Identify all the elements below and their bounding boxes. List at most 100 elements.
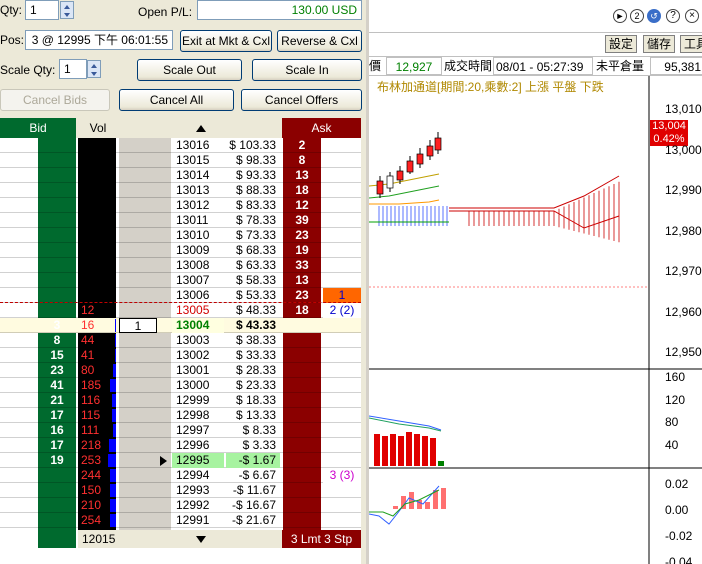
- bid-size-cell: 15: [50, 348, 64, 362]
- price-cell: 13008: [176, 258, 210, 272]
- price-chart[interactable]: [369, 76, 702, 564]
- bid-size-cell: 17: [50, 408, 64, 422]
- arrow-down-icon: [64, 13, 70, 17]
- working-order-cell: 2 (2): [323, 303, 361, 318]
- tools-button[interactable]: 工具: [680, 35, 702, 53]
- exit-at-mkt-button[interactable]: Exit at Mkt & Cxl: [180, 30, 272, 52]
- moving-average: [369, 199, 440, 205]
- price-axis-tick: 13,000: [665, 142, 702, 157]
- volume-cell: 16: [81, 318, 95, 332]
- candle: [426, 145, 434, 157]
- volume-bar: [438, 461, 444, 466]
- volume-bar: [113, 364, 116, 377]
- candle: [386, 175, 394, 189]
- triangle-down-icon: [196, 536, 206, 544]
- bid-size-cell: 41: [50, 378, 64, 392]
- step-2-icon[interactable]: 2: [630, 9, 644, 23]
- price-cell: 13012: [176, 198, 210, 212]
- ask-size-cell: 18: [295, 303, 309, 317]
- price-cell: 13004: [172, 318, 224, 333]
- cloud-upper: [449, 175, 620, 209]
- qty-input[interactable]: 1: [25, 0, 59, 20]
- pl-value-cell: $ 33.33: [235, 348, 276, 362]
- ask-size-cell: 18: [295, 183, 309, 197]
- bid-size-cell: 17: [50, 438, 64, 452]
- price-cell: 12999: [176, 393, 210, 407]
- oscillator-bar: [393, 506, 398, 509]
- trading-panel: Qty: 1 Open P/L: 130.00 USD Pos: 3 @ 129…: [0, 0, 366, 564]
- ask-size-cell: 39: [295, 213, 309, 227]
- price-cell: 13010: [176, 228, 210, 242]
- volume-cell: 185: [81, 378, 102, 392]
- qty-spinner[interactable]: [60, 1, 74, 19]
- price-axis-tick: 12,980: [665, 223, 702, 238]
- ask-header: Ask: [282, 118, 361, 138]
- entry-marker-icon: [160, 456, 167, 466]
- candle: [406, 160, 414, 173]
- pl-value-cell: -$ 1.67: [226, 453, 280, 468]
- volume-cell: 41: [81, 348, 95, 362]
- vol-header: Vol: [76, 118, 120, 138]
- link-icon[interactable]: ↺: [647, 9, 661, 23]
- price-cell: 13009: [176, 243, 210, 257]
- cancel-bids-button[interactable]: Cancel Bids: [0, 89, 110, 111]
- scroll-up-header[interactable]: [120, 118, 282, 138]
- pl-value-cell: $ 103.33: [229, 138, 276, 152]
- scroll-down-footer[interactable]: [120, 530, 282, 548]
- volume-axis-tick: 40: [665, 437, 679, 452]
- price-cell: 12997: [176, 423, 210, 437]
- scale-qty-spinner[interactable]: [87, 60, 101, 78]
- save-button[interactable]: 儲存: [643, 35, 676, 53]
- scale-in-button[interactable]: Scale In: [252, 59, 362, 81]
- pl-value-cell: $ 93.33: [235, 168, 276, 182]
- working-order-cell: 1: [323, 288, 361, 303]
- pos-label: Pos:: [0, 33, 25, 47]
- scale-qty-input[interactable]: 1: [59, 59, 87, 79]
- cancel-all-button[interactable]: Cancel All: [119, 89, 234, 111]
- price-cell: 13013: [176, 183, 210, 197]
- close-icon[interactable]: ×: [685, 9, 699, 23]
- volume-bar: [390, 434, 396, 466]
- pl-value-cell: $ 8.33: [242, 423, 276, 437]
- volume-bar: [422, 436, 428, 466]
- oscillator-bar: [441, 488, 446, 509]
- volume-bar: [406, 432, 412, 466]
- triangle-up-icon: [196, 125, 206, 133]
- settings-button[interactable]: 設定: [605, 35, 638, 53]
- spread-separator: [0, 302, 361, 303]
- price-axis-tick: 13,010: [665, 102, 702, 116]
- volume-bar: [112, 409, 116, 422]
- cancel-offers-button[interactable]: Cancel Offers: [241, 89, 362, 111]
- volume-bar: [112, 394, 116, 407]
- scale-out-button[interactable]: Scale Out: [137, 59, 242, 81]
- price-cell: 13000: [176, 378, 210, 392]
- ask-size-cell: 23: [295, 288, 309, 302]
- volume-bar: [374, 434, 380, 466]
- reverse-button[interactable]: Reverse & Cxl: [277, 30, 362, 52]
- volume-bar: [430, 438, 436, 466]
- order-qty-box[interactable]: 1: [119, 318, 157, 333]
- price-cell: 13007: [176, 273, 210, 287]
- candle: [416, 153, 424, 165]
- oscillator-bar: [425, 502, 430, 509]
- oscillator-axis-tick: 0.02: [665, 477, 689, 491]
- volume-axis-tick: 120: [665, 392, 686, 407]
- pos-field: 3 @ 12995 下午 06:01:55: [25, 30, 173, 50]
- oscillator-axis-tick: -0.02: [665, 529, 693, 543]
- forward-icon[interactable]: ►: [613, 9, 627, 23]
- ask-size-cell: 23: [295, 228, 309, 242]
- pl-value-cell: -$ 6.67: [238, 468, 276, 482]
- price-axis-tick: 12,990: [665, 183, 702, 197]
- pl-value-cell: $ 78.33: [235, 213, 276, 227]
- help-icon[interactable]: ?: [666, 9, 680, 23]
- ask-size-cell: 2: [298, 138, 306, 152]
- pl-value-cell: $ 83.33: [235, 198, 276, 212]
- volume-bar: [398, 436, 404, 466]
- price-cell: 12992: [176, 498, 210, 512]
- oscillator-axis-tick: -0.04: [665, 555, 693, 564]
- price-cell: 13011: [176, 213, 209, 227]
- price-cell: 12998: [176, 408, 210, 422]
- oscillator-axis-tick: 0.00: [665, 503, 689, 517]
- pl-value-cell: $ 48.33: [235, 303, 276, 317]
- volume-bar: [110, 514, 116, 527]
